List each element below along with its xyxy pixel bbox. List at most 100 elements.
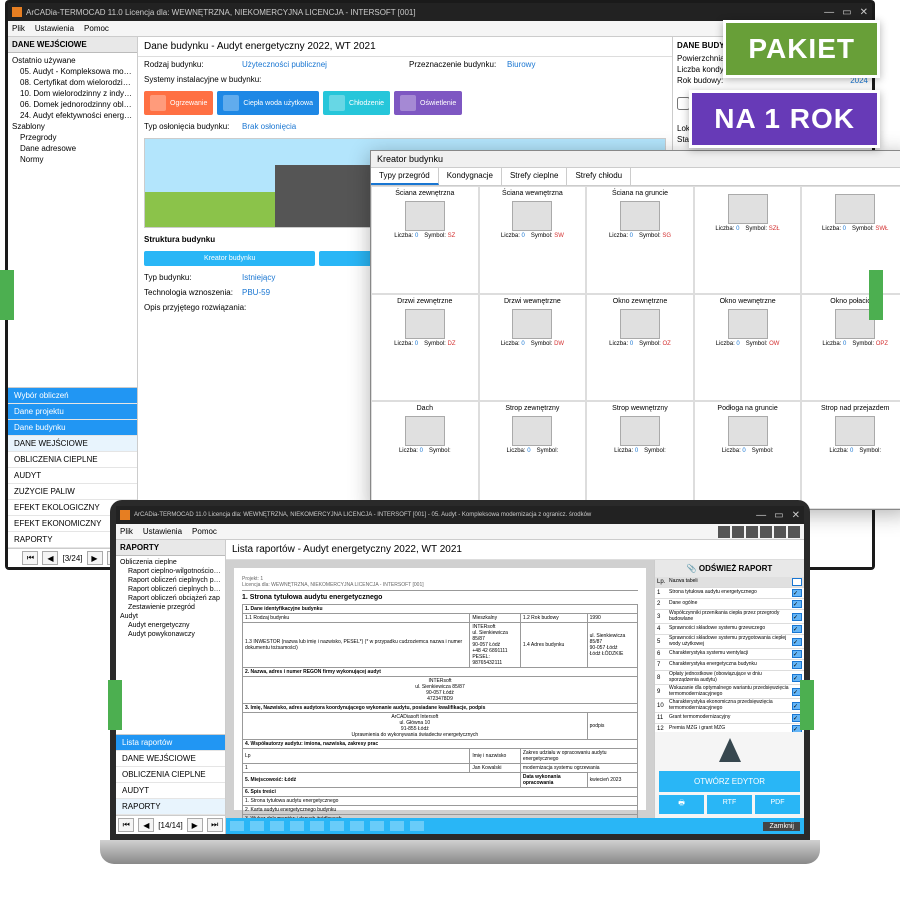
window-title: ArCADia-TERMOCAD 11.0 Licencja dla: WEWN… — [26, 8, 416, 17]
app-icon — [120, 510, 130, 520]
water-icon — [223, 95, 239, 111]
tables-list[interactable]: 1Strona tytułowa audytu energetycznego✓2… — [655, 588, 804, 732]
system-buttons: Ogrzewanie Ciepła woda użytkowa Chłodzen… — [138, 87, 672, 119]
report-side: 📎 ODŚWIEŻ RAPORT Lp.Nazwa tabeli 1Strona… — [654, 560, 804, 818]
pencil-icon — [715, 736, 745, 766]
bottom-bar: Zamknij — [226, 818, 804, 834]
laptop: ArCADia-TERMOCAD 11.0 Licencja dla: WEWN… — [110, 500, 810, 880]
menu-plik[interactable]: Plik — [12, 24, 25, 33]
tab-cieplne[interactable]: Strefy cieplne — [502, 168, 567, 185]
nav-audyt[interactable]: AUDYT — [8, 468, 137, 484]
kreator-cell[interactable]: Strop nad przejazdemLiczba: 0Symbol: — [801, 401, 900, 509]
table-row[interactable]: 11Grant termomodernizacyjny✓ — [655, 713, 804, 724]
kreator-cell[interactable]: Ściana na gruncieLiczba: 0Symbol: SG — [586, 186, 694, 294]
window-controls-2[interactable]: — ▭ ✕ — [756, 510, 800, 521]
table-row[interactable]: 1Strona tytułowa audytu energetycznego✓ — [655, 588, 804, 599]
report-tree[interactable]: Obliczenia cieplne Raport cieplno-wilgot… — [116, 556, 225, 641]
kreator-grid: Ściana zewnętrznaLiczba: 0Symbol: SZŚcia… — [371, 186, 900, 509]
menubar-2[interactable]: Plik Ustawienia Pomoc — [116, 524, 804, 540]
nav-dane-projektu[interactable]: Dane projektu — [8, 404, 137, 420]
sidebar: DANE WEJŚCIOWE Ostatnio używane 05. Audy… — [8, 37, 138, 567]
nav-dane-budynku[interactable]: Dane budynku — [8, 420, 137, 436]
table-row[interactable]: 12Premia MZG i grant MZG✓ — [655, 724, 804, 732]
kreator-cell[interactable]: Okno zewnętrzneLiczba: 0Symbol: OZ — [586, 294, 694, 402]
green-tab-icon[interactable] — [800, 680, 814, 730]
table-row[interactable]: 6Charakterystyka systemu wentylacji✓ — [655, 649, 804, 660]
nav-dane-wejsciowe[interactable]: DANE WEJŚCIOWE — [8, 436, 137, 452]
minimize-icon[interactable]: — — [824, 7, 834, 18]
maximize-icon[interactable]: ▭ — [774, 510, 783, 521]
pager-label: [3/24] — [62, 554, 82, 563]
close-icon[interactable]: ✕ — [792, 510, 800, 521]
refresh-header[interactable]: 📎 ODŚWIEŻ RAPORT — [655, 560, 804, 577]
content-title: Dane budynku - Audyt energetyczny 2022, … — [138, 37, 672, 57]
table-row[interactable]: 10Charakterystyka ekonomiczna przedsięwz… — [655, 699, 804, 713]
kreator-cell[interactable]: Podłoga na gruncieLiczba: 0Symbol: — [694, 401, 802, 509]
kreator-cell[interactable]: Strop wewnętrznyLiczba: 0Symbol: — [586, 401, 694, 509]
sys-chlodzenie[interactable]: Chłodzenie — [323, 91, 390, 115]
kreator-cell[interactable]: Okno wewnętrzneLiczba: 0Symbol: OW — [694, 294, 802, 402]
tab-kondygnacje[interactable]: Kondygnacje — [439, 168, 502, 185]
pager-next[interactable]: ▶ — [87, 551, 103, 565]
pdf-button[interactable]: PDF — [755, 795, 800, 814]
kreator-dialog: Kreator budynku Typy przegród Kondygnacj… — [370, 150, 900, 510]
kreator-cell[interactable]: Ściana wewnętrznaLiczba: 0Symbol: SW — [479, 186, 587, 294]
menu-ustawienia[interactable]: Ustawienia — [35, 24, 74, 33]
sys-oswietlenie[interactable]: Oświetlenie — [394, 91, 462, 115]
close-button[interactable]: Zamknij — [763, 822, 800, 831]
pager-prev[interactable]: ◀ — [42, 551, 58, 565]
report-content: Lista raportów - Audyt energetyczny 2022… — [226, 540, 804, 834]
titlebar-2: ArCADia-TERMOCAD 11.0 Licencja dla: WEWN… — [116, 506, 804, 524]
table-row[interactable]: 4Sprawności składowe systemu grzewczego✓ — [655, 624, 804, 635]
kreator-title: Kreator budynku — [371, 151, 900, 168]
snow-icon — [329, 95, 345, 111]
table-row[interactable]: 5Sprawności składowe systemu przygotowan… — [655, 635, 804, 649]
close-icon[interactable]: ✕ — [860, 7, 868, 18]
open-editor-button[interactable]: OTWÓRZ EDYTOR — [659, 771, 800, 792]
nav-wybor[interactable]: Wybór obliczeń — [8, 388, 137, 404]
green-tab-icon[interactable] — [0, 270, 14, 320]
table-row[interactable]: 9Wskazanie dla optymalnego wariantu prze… — [655, 685, 804, 699]
sys-ogrzewanie[interactable]: Ogrzewanie — [144, 91, 213, 115]
nav-cieplne[interactable]: OBLICZENIA CIEPLNE — [8, 452, 137, 468]
tree[interactable]: Ostatnio używane 05. Audyt - Kompleksowa… — [8, 53, 137, 387]
window-title-2: ArCADia-TERMOCAD 11.0 Licencja dla: WEWN… — [134, 512, 591, 518]
kreator-cell[interactable]: Drzwi wewnętrzneLiczba: 0Symbol: DW — [479, 294, 587, 402]
rtf-button[interactable]: RTF — [707, 795, 752, 814]
sys-woda[interactable]: Ciepła woda użytkowa — [217, 91, 319, 115]
nav-paliw[interactable]: ZUŻYCIE PALIW — [8, 484, 137, 500]
green-tab-icon[interactable] — [108, 680, 122, 730]
print-button[interactable]: 🖶 — [659, 795, 704, 814]
green-tab-icon[interactable] — [869, 270, 883, 320]
window-controls[interactable]: — ▭ ✕ — [824, 7, 868, 18]
table-row[interactable]: 3Współczynniki przenikania ciepła przez … — [655, 610, 804, 624]
minimize-icon[interactable]: — — [756, 510, 766, 521]
kreator-button[interactable]: Kreator budynku — [144, 251, 315, 266]
kreator-cell[interactable]: Liczba: 0Symbol: SZŁ — [694, 186, 802, 294]
laptop-base — [100, 840, 820, 864]
menu-pomoc[interactable]: Pomoc — [84, 24, 109, 33]
flame-icon — [150, 95, 166, 111]
oslona-dropdown[interactable]: Brak osłonięcia — [242, 122, 666, 131]
kreator-cell[interactable]: Strop zewnętrznyLiczba: 0Symbol: — [479, 401, 587, 509]
maximize-icon[interactable]: ▭ — [842, 7, 851, 18]
kreator-cell[interactable]: DachLiczba: 0Symbol: — [371, 401, 479, 509]
pager-first[interactable]: ⏮ — [22, 551, 38, 565]
window-2: ArCADia-TERMOCAD 11.0 Licencja dla: WEWN… — [116, 506, 804, 834]
chk-organ[interactable] — [677, 91, 690, 116]
tree-group-templates[interactable]: Szablony — [10, 121, 135, 132]
app-icon — [12, 7, 22, 17]
tab-chlodu[interactable]: Strefy chłodu — [567, 168, 631, 185]
report-doc[interactable]: Projekt: 1 Licencja dla: WEWNĘTRZNA, NIE… — [226, 560, 654, 818]
rodzaj-dropdown[interactable]: Użyteczności publicznej — [242, 60, 401, 69]
table-row[interactable]: 2Dane ogólne✓ — [655, 599, 804, 610]
kreator-cell[interactable]: Okno połacioweLiczba: 0Symbol: OPZ — [801, 294, 900, 402]
kreator-cell[interactable]: Liczba: 0Symbol: SWŁ — [801, 186, 900, 294]
tree-group-recent[interactable]: Ostatnio używane — [10, 55, 135, 66]
tab-przegrody[interactable]: Typy przegród — [371, 168, 439, 185]
kreator-cell[interactable]: Ściana zewnętrznaLiczba: 0Symbol: SZ — [371, 186, 479, 294]
table-row[interactable]: 8Opłaty jednostkowe (obowiązujące w dniu… — [655, 671, 804, 685]
table-row[interactable]: 7Charakterystyka energetyczna budynku✓ — [655, 660, 804, 671]
przezn-dropdown[interactable]: Biurowy — [507, 60, 666, 69]
kreator-cell[interactable]: Drzwi zewnętrzneLiczba: 0Symbol: DZ — [371, 294, 479, 402]
